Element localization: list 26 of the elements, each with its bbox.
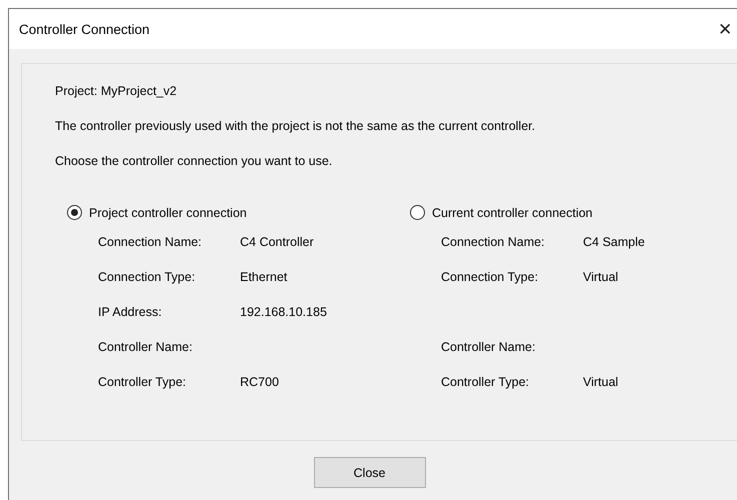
radio-button[interactable] [410,205,425,220]
field-label: Connection Name: [98,235,203,251]
field-label: Controller Name: [441,340,536,356]
radio-label[interactable]: Project controller connection [89,206,247,220]
radio-button[interactable] [67,205,82,220]
field-value: Virtual [583,375,620,391]
field-value: 192.168.10.185 [240,305,328,321]
close-icon[interactable]: ✕ [718,18,737,40]
field-label: Controller Name: [98,340,194,356]
field-label: Connection Type: [98,270,196,286]
field-value: C4 Controller [240,235,315,251]
field-value: Ethernet [240,270,288,286]
field-value: C4 Sample [583,235,646,251]
field-label: Connection Name: [441,235,546,251]
field-label: IP Address: [98,305,163,321]
radio-label[interactable]: Current controller connection [432,206,592,220]
project-name: Project: MyProject_v2 [55,84,178,100]
field-value: Virtual [583,270,620,286]
message-text: The controller previously used with the project is not the same as the current controller. [55,119,536,135]
field-label: Controller Type: [441,375,530,391]
window-title: Controller Connection [19,22,150,36]
field-label: Connection Type: [441,270,540,286]
prompt-text: Choose the controller connection you want to use. [55,154,334,170]
field-value: RC700 [240,375,280,391]
field-label: Controller Type: [98,375,188,391]
close-button[interactable]: Close [314,457,426,488]
